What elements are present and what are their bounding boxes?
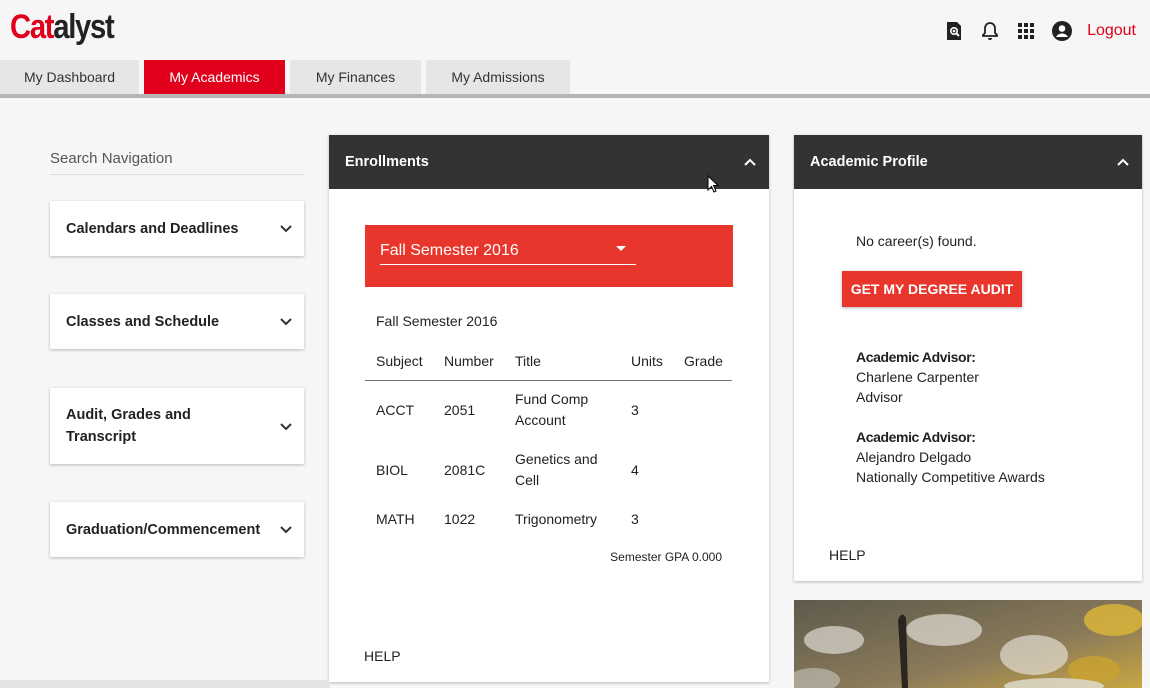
sidebar-item-label: Classes and Schedule [66, 313, 220, 330]
main-tabs: My Dashboard My Academics My Finances My… [0, 60, 575, 94]
search-document-icon[interactable] [943, 20, 965, 42]
advisor-role: Nationally Competitive Awards [856, 469, 1045, 485]
cell-title: Fund Comp Account [515, 391, 589, 428]
campus-photo [794, 600, 1142, 688]
cell-title: Genetics and Cell [515, 451, 598, 488]
chevron-down-icon [278, 221, 294, 237]
apps-grid-icon[interactable] [1015, 20, 1037, 42]
academic-profile-title: Academic Profile [810, 154, 928, 170]
sidebar-item-classes[interactable]: Classes and Schedule [50, 294, 304, 349]
tab-my-admissions[interactable]: My Admissions [426, 60, 570, 94]
degree-audit-button[interactable]: GET MY DEGREE AUDIT [842, 271, 1022, 307]
bell-icon[interactable] [979, 20, 1001, 42]
column-header-number: Number [444, 353, 494, 369]
advisor-role: Advisor [856, 389, 903, 405]
mouse-cursor-icon [707, 174, 720, 195]
enrollments-panel: Enrollments Fall Semester 2016 Fall Seme… [329, 135, 769, 682]
cell-number: 2081C [444, 462, 486, 478]
cell-subject: MATH [376, 511, 415, 527]
advisor-label: Academic Advisor: [856, 349, 976, 365]
tab-my-dashboard[interactable]: My Dashboard [0, 60, 139, 94]
cell-subject: BIOL [376, 462, 408, 478]
advisor-block: Academic Advisor: Alejandro Delgado Nati… [856, 427, 1045, 487]
chevron-down-icon [278, 522, 294, 538]
header-actions: Logout [929, 20, 1136, 42]
account-icon[interactable] [1051, 20, 1073, 42]
cell-units: 3 [631, 511, 639, 527]
cell-subject: ACCT [376, 402, 415, 418]
profile-help-link[interactable]: HELP [829, 547, 866, 563]
sidebar-item-label: Audit, Grades and Transcript [66, 407, 191, 445]
tab-divider [0, 94, 1150, 98]
advisor-name: Charlene Carpenter [856, 369, 979, 385]
table-row: ACCT 2051 Fund Comp Account 3 [365, 389, 732, 433]
tab-my-finances[interactable]: My Finances [290, 60, 421, 94]
term-selector-box: Fall Semester 2016 [365, 225, 733, 287]
column-header-subject: Subject [376, 353, 423, 369]
sidebar-item-graduation[interactable]: Graduation/Commencement [50, 502, 304, 557]
chevron-up-icon[interactable] [743, 155, 757, 169]
advisor-name: Alejandro Delgado [856, 449, 972, 465]
no-career-message: No career(s) found. [856, 233, 977, 249]
column-header-grade: Grade [684, 353, 723, 369]
search-navigation-label[interactable]: Search Navigation [50, 150, 304, 175]
tab-my-academics[interactable]: My Academics [144, 60, 285, 94]
sidebar-item-audit-grades[interactable]: Audit, Grades and Transcript [50, 388, 304, 464]
cell-units: 4 [631, 462, 639, 478]
chevron-up-icon[interactable] [1116, 155, 1130, 169]
academic-profile-header: Academic Profile [794, 135, 1142, 189]
chevron-down-icon [278, 314, 294, 330]
table-row: BIOL 2081C Genetics and Cell 4 [365, 449, 732, 493]
enrollments-header: Enrollments [329, 135, 769, 189]
enrollments-help-link[interactable]: HELP [364, 648, 401, 664]
sidebar-item-label: Calendars and Deadlines [66, 220, 239, 237]
enrollments-title: Enrollments [345, 154, 429, 170]
advisor-block: Academic Advisor: Charlene Carpenter Adv… [856, 347, 979, 407]
cell-title: Trigonometry [515, 511, 597, 527]
semester-gpa: Semester GPA 0.000 [610, 550, 722, 564]
enrollment-table-header: Subject Number Title Units Grade [365, 351, 732, 381]
caret-down-icon [616, 246, 626, 251]
academic-profile-panel: Academic Profile No career(s) found. GET… [794, 135, 1142, 581]
term-caption: Fall Semester 2016 [376, 313, 498, 329]
scroll-edge [0, 680, 330, 688]
advisor-label: Academic Advisor: [856, 429, 976, 445]
column-header-units: Units [631, 353, 663, 369]
table-row: MATH 1022 Trigonometry 3 [365, 509, 732, 533]
term-select[interactable]: Fall Semester 2016 [380, 238, 636, 265]
sidebar-item-label: Graduation/Commencement [66, 521, 261, 538]
cell-units: 3 [631, 402, 639, 418]
app-header: Catalyst Logout [0, 0, 1150, 60]
sidebar-item-calendars[interactable]: Calendars and Deadlines [50, 201, 304, 256]
cell-number: 1022 [444, 511, 476, 527]
chevron-down-icon [278, 418, 294, 434]
catalyst-logo[interactable]: Catalyst [10, 8, 115, 47]
cell-number: 2051 [444, 402, 476, 418]
term-select-value: Fall Semester 2016 [380, 242, 519, 259]
logout-link[interactable]: Logout [1087, 22, 1136, 40]
column-header-title: Title [515, 353, 541, 369]
